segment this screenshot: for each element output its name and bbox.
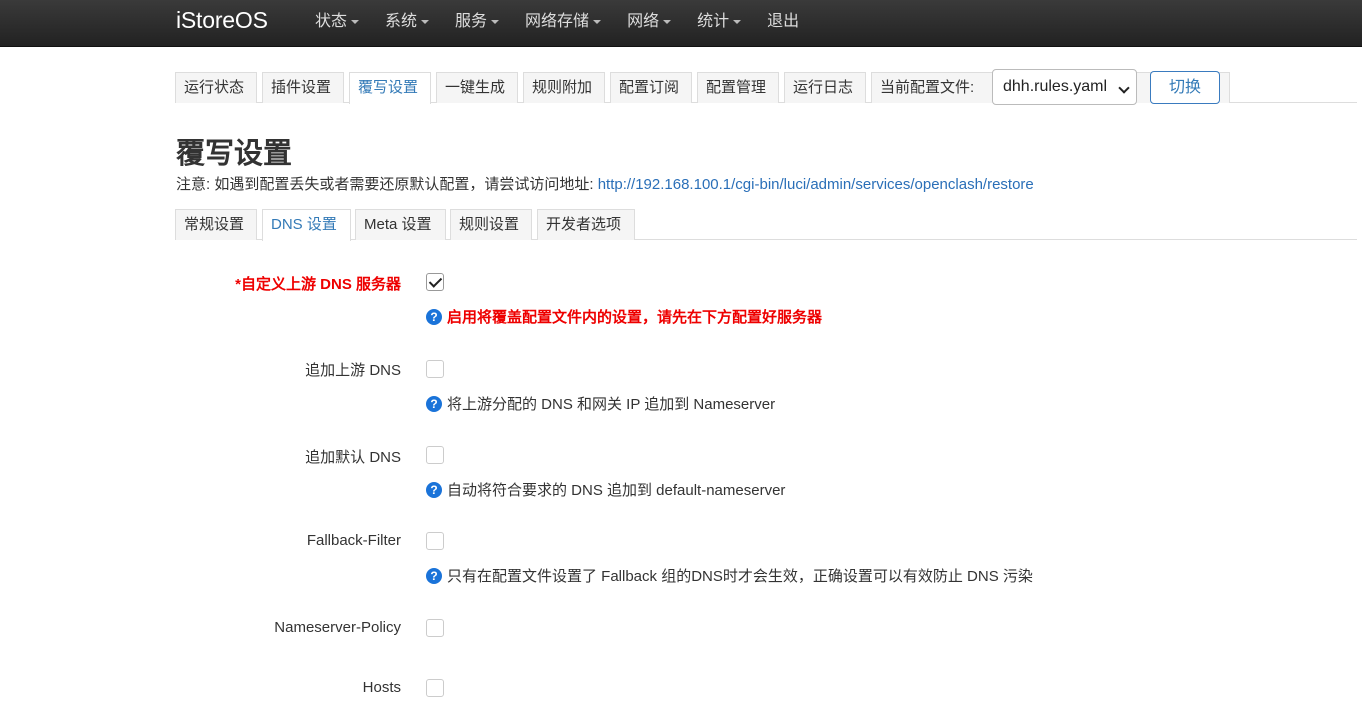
help-circle-icon: ? bbox=[426, 309, 442, 325]
tab-rule-settings[interactable]: 规则设置 bbox=[450, 209, 532, 240]
menu-logout[interactable]: 退出 bbox=[767, 0, 799, 47]
help-fallback-filter: ? 只有在配置文件设置了 Fallback 组的DNS时才会生效，正确设置可以有效… bbox=[426, 565, 1033, 586]
tab-plugin-settings[interactable]: 插件设置 bbox=[262, 72, 344, 103]
caret-down-icon bbox=[593, 19, 602, 24]
tab-general-settings[interactable]: 常规设置 bbox=[175, 209, 257, 240]
checkbox-append-default-dns[interactable] bbox=[426, 446, 444, 464]
tab-config-manage[interactable]: 配置管理 bbox=[697, 72, 779, 103]
notice-text: 注意: 如遇到配置丢失或者需要还原默认配置，请尝试访问地址: bbox=[176, 176, 598, 193]
menu-status[interactable]: 状态 bbox=[315, 0, 360, 47]
menu-nas[interactable]: 网络存储 bbox=[525, 0, 602, 47]
field-label-nameserver-policy: Nameserver-Policy bbox=[274, 619, 401, 636]
config-file-label: 当前配置文件: bbox=[880, 79, 975, 96]
help-append-upstream-dns: ? 将上游分配的 DNS 和网关 IP 追加到 Nameserver bbox=[426, 393, 775, 414]
field-label-append-default-dns: 追加默认 DNS bbox=[305, 449, 401, 466]
help-custom-upstream-dns: ? 启用将覆盖配置文件内的设置，请先在下方配置好服务器 bbox=[426, 306, 822, 327]
tab-config-subscribe[interactable]: 配置订阅 bbox=[610, 72, 692, 103]
help-circle-icon: ? bbox=[426, 396, 442, 412]
field-label-custom-upstream-dns: *自定义上游 DNS 服务器 bbox=[235, 276, 401, 293]
checkbox-nameserver-policy[interactable] bbox=[426, 619, 444, 637]
tab-dns-settings[interactable]: DNS 设置 bbox=[262, 209, 351, 241]
brand-logo[interactable]: iStoreOS bbox=[176, 7, 268, 34]
caret-down-icon bbox=[733, 19, 742, 24]
tab-run-log[interactable]: 运行日志 bbox=[784, 72, 866, 103]
top-navbar: iStoreOS 状态 系统 服务 网络存储 网络 统计 退出 bbox=[0, 0, 1362, 47]
field-label-append-upstream-dns: 追加上游 DNS bbox=[305, 362, 401, 379]
checkbox-hosts[interactable] bbox=[426, 679, 444, 697]
help-circle-icon: ? bbox=[426, 482, 442, 498]
tab-override-settings[interactable]: 覆写设置 bbox=[349, 72, 431, 104]
tab-developer-options[interactable]: 开发者选项 bbox=[537, 209, 635, 240]
top-menu: 状态 系统 服务 网络存储 网络 统计 退出 bbox=[315, 0, 825, 47]
restore-notice: 注意: 如遇到配置丢失或者需要还原默认配置，请尝试访问地址: http://19… bbox=[176, 173, 1034, 194]
checkbox-fallback-filter[interactable] bbox=[426, 532, 444, 550]
secondary-tab-bar: 常规设置 DNS 设置 Meta 设置 规则设置 开发者选项 bbox=[175, 209, 1357, 241]
caret-down-icon bbox=[351, 19, 360, 24]
field-label-hosts: Hosts bbox=[362, 679, 401, 696]
caret-down-icon bbox=[663, 19, 672, 24]
tab-meta-settings[interactable]: Meta 设置 bbox=[355, 209, 446, 240]
page-title: 覆写设置 bbox=[176, 138, 293, 170]
menu-services[interactable]: 服务 bbox=[455, 0, 500, 47]
menu-network[interactable]: 网络 bbox=[627, 0, 672, 47]
help-circle-icon: ? bbox=[426, 568, 442, 584]
caret-down-icon bbox=[491, 19, 500, 24]
chevron-down-icon bbox=[1118, 82, 1130, 94]
config-file-select[interactable]: dhh.rules.yaml bbox=[992, 69, 1137, 105]
switch-config-button[interactable]: 切换 bbox=[1150, 71, 1220, 104]
tab-run-status[interactable]: 运行状态 bbox=[175, 72, 257, 103]
caret-down-icon bbox=[421, 19, 430, 24]
menu-system[interactable]: 系统 bbox=[385, 0, 430, 47]
help-append-default-dns: ? 自动将符合要求的 DNS 追加到 default-nameserver bbox=[426, 479, 785, 500]
checkbox-custom-upstream-dns[interactable] bbox=[426, 273, 444, 291]
config-file-value: dhh.rules.yaml bbox=[1003, 78, 1108, 95]
restore-link[interactable]: http://192.168.100.1/cgi-bin/luci/admin/… bbox=[598, 176, 1034, 193]
menu-statistics[interactable]: 统计 bbox=[697, 0, 742, 47]
tab-rule-append[interactable]: 规则附加 bbox=[523, 72, 605, 103]
field-label-fallback-filter: Fallback-Filter bbox=[306, 532, 401, 549]
tab-one-click-generate[interactable]: 一键生成 bbox=[436, 72, 518, 103]
checkbox-append-upstream-dns[interactable] bbox=[426, 360, 444, 378]
